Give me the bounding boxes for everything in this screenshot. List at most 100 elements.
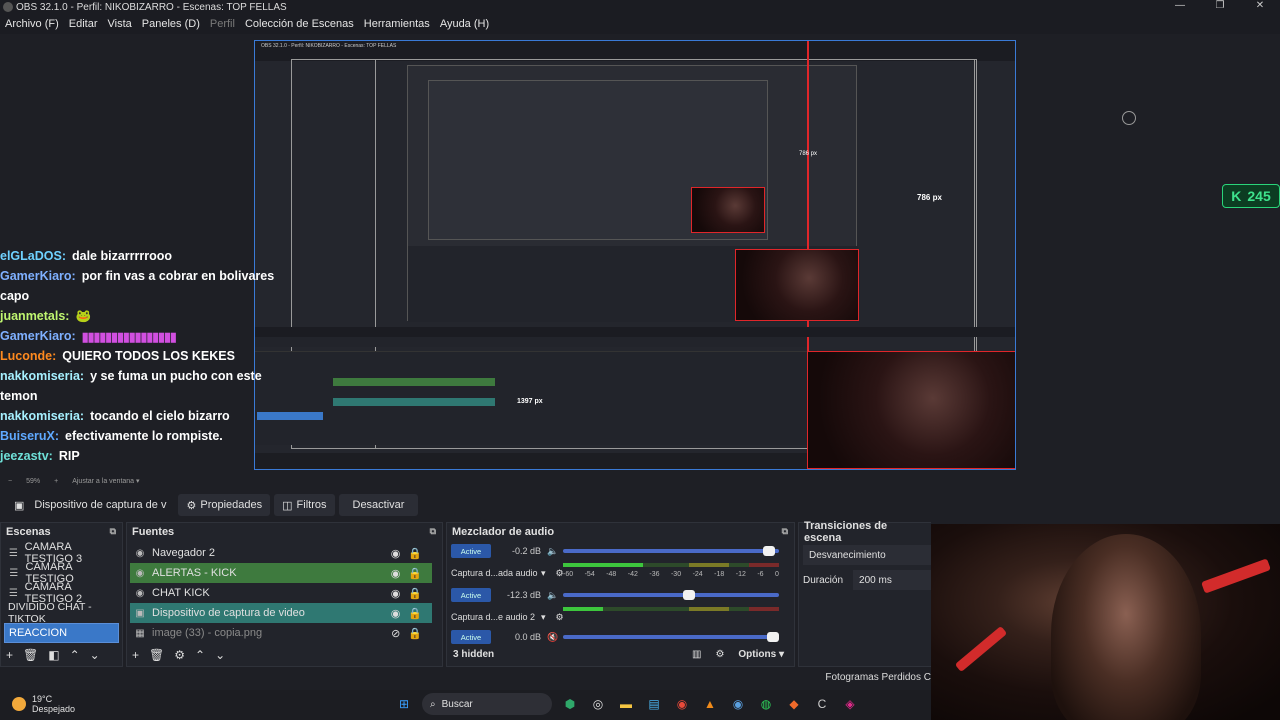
- scene-icon: ☰: [8, 587, 18, 599]
- app-icon[interactable]: ◈: [840, 694, 860, 714]
- minimize-button[interactable]: —: [1160, 0, 1200, 11]
- zoom-in-button[interactable]: +: [54, 478, 58, 485]
- viewer-count: 245: [1247, 188, 1271, 204]
- volume-knob[interactable]: [763, 546, 775, 556]
- close-button[interactable]: ✕: [1240, 0, 1280, 11]
- duration-input[interactable]: 200 ms: [853, 570, 934, 590]
- audio-meter: [563, 563, 779, 567]
- chevron-down-icon[interactable]: ▾: [541, 568, 546, 579]
- scene-item[interactable]: ☰ CAMARA TESTIGO 3: [4, 541, 119, 565]
- undock-icon[interactable]: ⧉: [110, 526, 116, 537]
- transition-select[interactable]: Desvanecimiento: [803, 545, 933, 565]
- move-down-button[interactable]: ⌄: [90, 648, 100, 662]
- scene-item-selected[interactable]: REACCION: [4, 623, 119, 643]
- source-item[interactable]: ◉ ALERTAS - KICK ◉ 🔒: [130, 563, 432, 583]
- chevron-down-icon[interactable]: ▾: [541, 612, 546, 623]
- volume-slider[interactable]: [563, 590, 779, 600]
- eye-icon[interactable]: ◉: [391, 547, 401, 560]
- undock-icon[interactable]: ⧉: [782, 526, 788, 537]
- taskbar-search[interactable]: ⌕ Buscar: [422, 693, 552, 715]
- weather-widget[interactable]: 19°C Despejado: [12, 694, 75, 714]
- scene-item[interactable]: ☰ CAMARA TESTIGO 2: [4, 581, 119, 605]
- eye-icon[interactable]: ◉: [391, 587, 401, 600]
- source-item[interactable]: ▣ Dispositivo de captura de video ◉ 🔒: [130, 603, 432, 623]
- chrome-icon[interactable]: ◉: [672, 694, 692, 714]
- nested-taskbar: [255, 453, 807, 469]
- columns-icon[interactable]: ▥: [692, 649, 701, 660]
- chat-message: tocando el cielo bizarro: [90, 409, 230, 423]
- ccleaner-icon[interactable]: C: [812, 694, 832, 714]
- maximize-button[interactable]: ❐: [1200, 0, 1240, 11]
- menu-vista[interactable]: Vista: [103, 18, 137, 30]
- add-source-button[interactable]: +: [132, 648, 139, 662]
- meter-fill: [563, 607, 603, 611]
- lock-icon[interactable]: 🔒: [408, 567, 422, 580]
- move-up-button[interactable]: ⌃: [70, 648, 80, 662]
- move-up-button[interactable]: ⌃: [195, 648, 205, 662]
- options-button[interactable]: Options ▾: [738, 649, 784, 660]
- remove-scene-button[interactable]: 🗑: [23, 648, 38, 662]
- source-item[interactable]: ▦ image (33) - copia.png ⊘ 🔒: [130, 623, 432, 643]
- lock-icon[interactable]: 🔒: [408, 547, 422, 560]
- properties-button[interactable]: ⚙ Propiedades: [178, 494, 271, 516]
- menu-coleccion-escenas[interactable]: Colección de Escenas: [240, 18, 359, 30]
- filters-button[interactable]: ◫ Filtros: [274, 494, 335, 516]
- brave-icon[interactable]: ◆: [784, 694, 804, 714]
- scene-item[interactable]: ☰ CAMARA TESTIGO: [4, 561, 119, 585]
- vlc-icon[interactable]: ▲: [700, 694, 720, 714]
- volume-slider[interactable]: [563, 632, 779, 642]
- add-scene-button[interactable]: +: [6, 648, 13, 662]
- chat-message: RIP: [58, 449, 80, 463]
- obs-icon[interactable]: ◎: [588, 694, 608, 714]
- windows-start-icon[interactable]: ⊞: [394, 694, 414, 714]
- lock-icon[interactable]: 🔒: [408, 587, 422, 600]
- source-item[interactable]: ◉ CHAT KICK ◉ 🔒: [130, 583, 432, 603]
- scene-item[interactable]: DIVIDIDO CHAT - TIKTOK: [4, 601, 119, 625]
- lock-icon[interactable]: 🔒: [408, 627, 422, 640]
- menu-herramientas[interactable]: Herramientas: [359, 18, 435, 30]
- scenes-list: ☰ CAMARA TESTIGO 3 ☰ CAMARA TESTIGO ☰ CAMAR…: [4, 541, 119, 643]
- menu-archivo[interactable]: Archivo (F): [0, 18, 64, 30]
- eye-icon[interactable]: ◉: [391, 567, 401, 580]
- muted-speaker-icon[interactable]: 🔇: [547, 632, 558, 643]
- volume-knob[interactable]: [683, 590, 695, 600]
- transitions-dock-title: Transiciones de escena: [799, 520, 931, 544]
- spotify-icon[interactable]: ◍: [756, 694, 776, 714]
- volume-slider[interactable]: [563, 546, 779, 556]
- chat-user: Luconde:: [0, 349, 57, 363]
- hidden-count[interactable]: 3 hidden: [453, 649, 494, 660]
- notepad-icon[interactable]: ▤: [644, 694, 664, 714]
- chrome-profile-icon[interactable]: ◉: [728, 694, 748, 714]
- filter-icon: ◫: [282, 499, 293, 512]
- volume-knob[interactable]: [767, 632, 779, 642]
- file-explorer-icon[interactable]: ▬: [616, 694, 636, 714]
- speaker-icon[interactable]: 🔈: [547, 546, 558, 557]
- nested-docks: 1397 px: [255, 351, 807, 445]
- menu-paneles[interactable]: Paneles (D): [137, 18, 205, 30]
- speaker-icon[interactable]: 🔈: [547, 590, 558, 601]
- scene-filters-button[interactable]: ◧: [48, 648, 59, 662]
- lock-icon[interactable]: 🔒: [408, 607, 422, 620]
- deactivate-button[interactable]: Desactivar: [338, 494, 419, 516]
- source-item[interactable]: ◉ Navegador 2 ◉ 🔒: [130, 543, 432, 563]
- source-label: Dispositivo de captura de video: [152, 607, 305, 619]
- eye-icon[interactable]: ◉: [391, 607, 401, 620]
- chat-user: GamerKiaro:: [0, 329, 76, 343]
- undock-icon[interactable]: ⧉: [430, 526, 436, 537]
- move-down-button[interactable]: ⌄: [215, 648, 225, 662]
- menu-ayuda[interactable]: Ayuda (H): [435, 18, 494, 30]
- channel-db: -0.2 dB: [511, 546, 541, 556]
- eye-hidden-icon[interactable]: ⊘: [391, 627, 400, 640]
- chat-message: QUIERO TODOS LOS KEKES: [62, 349, 235, 363]
- zoom-out-button[interactable]: −: [8, 478, 12, 485]
- source-label: Navegador 2: [152, 547, 215, 559]
- fit-window-dropdown[interactable]: Ajustar a la ventana ▾: [72, 477, 139, 485]
- widgets-icon[interactable]: ⬢: [560, 694, 580, 714]
- settings-icon[interactable]: ⚙: [556, 612, 564, 623]
- menu-editar[interactable]: Editar: [64, 18, 103, 30]
- mixer-advanced-icon[interactable]: ⚙: [715, 649, 724, 660]
- remove-source-button[interactable]: 🗑: [149, 648, 164, 662]
- chat-line: jeezastv: RIP: [0, 446, 300, 466]
- menu-perfil[interactable]: Perfil: [205, 18, 240, 30]
- source-properties-button[interactable]: ⚙: [174, 648, 185, 662]
